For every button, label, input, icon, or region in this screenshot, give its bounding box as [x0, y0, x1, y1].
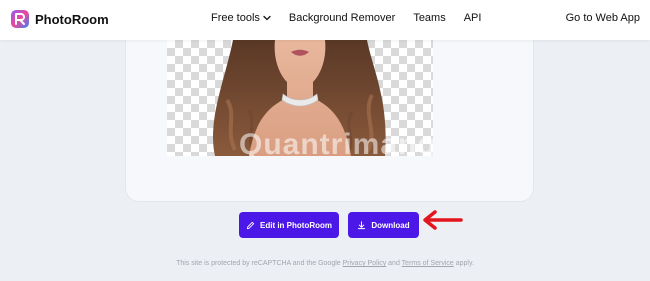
download-button-label: Download — [371, 220, 410, 230]
main-nav: Free tools Background Remover Teams API — [211, 12, 499, 24]
edit-button-label: Edit in PhotoRoom — [260, 220, 332, 230]
nav-api-label: API — [463, 12, 482, 24]
download-icon — [358, 220, 366, 229]
brand[interactable]: PhotoRoom — [10, 9, 109, 29]
go-to-web-app-link[interactable]: Go to Web App — [566, 12, 640, 24]
photoroom-logo-icon — [11, 10, 29, 28]
edit-in-photoroom-button[interactable]: Edit in PhotoRoom — [239, 212, 339, 238]
nav-teams-label: Teams — [413, 12, 446, 24]
nav-background-remover-label: Background Remover — [288, 12, 396, 24]
nav-api[interactable]: API — [464, 12, 482, 24]
privacy-policy-link[interactable]: Privacy Policy — [343, 260, 387, 267]
watermark-text: Quantrimang — [239, 128, 433, 156]
nav-free-tools-label: Free tools — [211, 12, 260, 24]
brand-name: PhotoRoom — [35, 11, 109, 27]
footer-prefix: This site is protected by reCAPTCHA and … — [176, 260, 341, 267]
red-arrow-icon — [423, 210, 463, 230]
footer-suffix: apply. — [455, 260, 474, 267]
image-preview: Quantrimang — [167, 40, 433, 156]
download-button[interactable]: Download — [348, 212, 419, 238]
chevron-down-icon — [263, 15, 271, 21]
recaptcha-notice: This site is protected by reCAPTCHA and … — [0, 260, 650, 267]
top-nav-bar: PhotoRoom Free tools Background Remover … — [0, 0, 650, 40]
nav-background-remover[interactable]: Background Remover — [289, 12, 395, 24]
footer-and: and — [388, 260, 400, 267]
nav-free-tools[interactable]: Free tools — [211, 12, 271, 24]
nav-teams[interactable]: Teams — [413, 12, 445, 24]
pencil-icon — [246, 221, 255, 229]
terms-of-service-link[interactable]: Terms of Service — [402, 260, 454, 267]
